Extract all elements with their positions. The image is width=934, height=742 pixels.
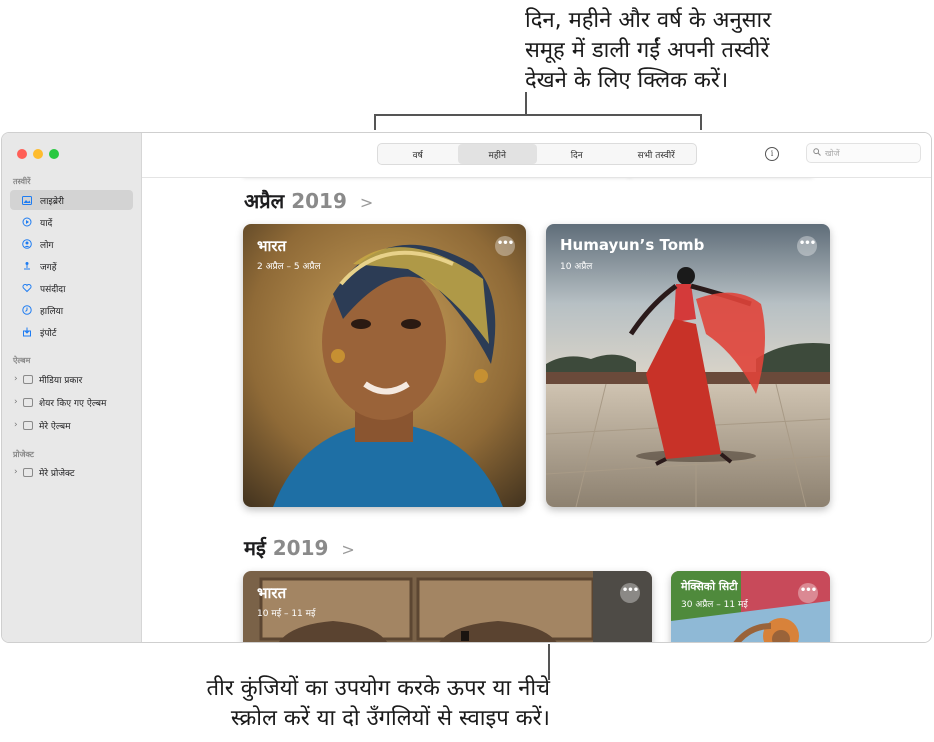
folder-icon (23, 374, 33, 384)
sidebar-item-memories[interactable]: यादें (10, 212, 133, 232)
sidebar-item-label: मेरे ऐल्बम (39, 421, 71, 432)
moment-card[interactable]: Humayun’s Tomb 10 अप्रैल ••• (546, 224, 830, 507)
card-date: 30 अप्रैल – 11 मई (681, 600, 748, 610)
month-name: अप्रैल (244, 189, 285, 213)
sidebar-item-label: जगहें (40, 262, 57, 273)
sidebar-item-label: यादें (40, 218, 53, 229)
toolbar: वर्ष महीने दिन सभी तस्वीरें i खोजें (142, 133, 931, 178)
sidebar-section-albums: ऐल्बम (13, 356, 31, 365)
chevron-right-icon[interactable]: › (14, 397, 23, 407)
sidebar-item-label: हालिया (40, 306, 64, 317)
chevron-right-icon[interactable]: › (14, 467, 23, 477)
sidebar-item-label: मेरे प्रोजेक्ट (39, 468, 75, 479)
card-title: Humayun’s Tomb (560, 236, 705, 254)
tab-days[interactable]: दिन (537, 144, 617, 164)
zoom-window-button[interactable] (49, 149, 59, 159)
moment-card[interactable]: भारत 2 अप्रैल – 5 अप्रैल ••• (243, 224, 526, 507)
callout-line: समूह में डाली गईं अपनी तस्वीरें (525, 38, 770, 63)
moment-card[interactable]: भारत 10 मई – 11 मई ••• (243, 571, 652, 642)
chevron-right-icon[interactable]: › (14, 374, 23, 384)
callout-line: तीर कुंजियों का उपयोग करके ऊपर या नीचे (206, 676, 550, 701)
sidebar-item-label: पसंदीदा (40, 284, 66, 295)
card-title: भारत (257, 237, 287, 255)
import-icon (22, 327, 32, 337)
callout-line: दिन, महीने और वर्ष के अनुसार (525, 8, 772, 33)
shared-album-icon (23, 397, 33, 407)
card-date: 10 अप्रैल (560, 262, 593, 272)
sidebar-section-photos: तस्वीरें (13, 177, 31, 186)
callout-view-tabs: दिन, महीने और वर्ष के अनुसार समूह में डा… (525, 6, 855, 96)
people-icon (22, 239, 32, 249)
more-button[interactable]: ••• (620, 583, 640, 603)
sidebar-item-import[interactable]: इंपोर्ट (10, 322, 133, 342)
view-segmented-control: वर्ष महीने दिन सभी तस्वीरें (377, 143, 697, 165)
minimize-window-button[interactable] (33, 149, 43, 159)
memories-icon (22, 217, 32, 227)
card-date: 2 अप्रैल – 5 अप्रैल (257, 262, 321, 272)
search-placeholder: खोजें (825, 148, 840, 158)
month-year: 2019 (291, 189, 347, 213)
sidebar-item-media-types[interactable]: › मीडिया प्रकार (10, 369, 133, 389)
tab-all-photos[interactable]: सभी तस्वीरें (617, 144, 697, 164)
tab-months[interactable]: महीने (457, 144, 537, 164)
recents-icon (22, 305, 32, 315)
tab-years[interactable]: वर्ष (378, 144, 458, 164)
month-name: मई (244, 536, 266, 560)
search-icon (813, 147, 821, 159)
sidebar-item-recents[interactable]: हालिया (10, 300, 133, 320)
callout-scroll: तीर कुंजियों का उपयोग करके ऊपर या नीचे स… (100, 674, 550, 734)
month-header-may[interactable]: मई 2019 > (244, 534, 355, 561)
heart-icon (22, 283, 32, 293)
close-window-button[interactable] (17, 149, 27, 159)
sidebar-item-favorites[interactable]: पसंदीदा (10, 278, 133, 298)
search-field[interactable]: खोजें (806, 143, 921, 163)
sidebar-item-label: शेयर किए गए ऐल्बम (39, 398, 107, 409)
info-icon[interactable]: i (765, 147, 779, 161)
more-button[interactable]: ••• (797, 236, 817, 256)
callout-bracket (374, 114, 702, 130)
sidebar-item-library[interactable]: लाइब्रेरी (10, 190, 133, 210)
sidebar-item-label: लाइब्रेरी (40, 196, 65, 207)
sidebar: तस्वीरें लाइब्रेरी यादें लोग जगहें पसंदी… (2, 133, 142, 642)
card-title: भारत (257, 584, 287, 602)
sidebar-item-my-albums[interactable]: › मेरे ऐल्बम (10, 415, 133, 435)
card-date: 10 मई – 11 मई (257, 609, 316, 619)
callout-leader (525, 92, 527, 114)
sidebar-item-label: लोग (40, 240, 54, 251)
library-icon (22, 195, 32, 205)
sidebar-item-label: इंपोर्ट (40, 328, 57, 339)
sidebar-item-shared-albums[interactable]: › शेयर किए गए ऐल्बम (10, 392, 133, 412)
sidebar-section-projects: प्रोजेक्ट (13, 450, 34, 459)
month-header-april[interactable]: अप्रैल 2019 > (244, 187, 373, 214)
callout-line: स्क्रोल करें या दो उँगलियों से स्वाइप कर… (230, 706, 550, 731)
sidebar-item-people[interactable]: लोग (10, 234, 133, 254)
folder-icon (23, 467, 33, 477)
card-title: मेक्सिको सिटी (681, 580, 738, 593)
month-year: 2019 (272, 536, 329, 560)
sidebar-item-my-projects[interactable]: › मेरे प्रोजेक्ट (10, 462, 133, 482)
places-icon (22, 261, 32, 271)
chevron-right-icon: > (359, 193, 374, 212)
moment-card[interactable]: मेक्सिको सिटी 30 अप्रैल – 11 मई ••• (671, 571, 830, 642)
chevron-right-icon: > (341, 540, 355, 559)
sidebar-item-places[interactable]: जगहें (10, 256, 133, 276)
more-button[interactable]: ••• (495, 236, 515, 256)
months-grid[interactable]: अप्रैल 2019 > भारत 2 अप्रैल – 5 अप्रैल •… (142, 178, 931, 642)
callout-line: देखने के लिए क्लिक करें। (525, 68, 729, 93)
folder-icon (23, 420, 33, 430)
more-button[interactable]: ••• (798, 583, 818, 603)
sidebar-item-label: मीडिया प्रकार (39, 375, 83, 386)
photos-window: तस्वीरें लाइब्रेरी यादें लोग जगहें पसंदी… (1, 132, 932, 643)
chevron-right-icon[interactable]: › (14, 420, 23, 430)
